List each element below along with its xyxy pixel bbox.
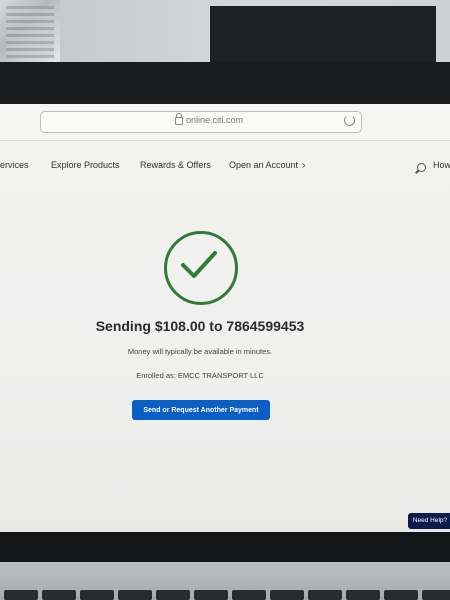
search-icon[interactable] bbox=[417, 163, 426, 172]
send-request-another-payment-button[interactable]: Send or Request Another Payment bbox=[132, 400, 270, 420]
keyboard-key bbox=[270, 590, 304, 600]
keyboard-key bbox=[194, 590, 228, 600]
keyboard-key bbox=[422, 590, 450, 600]
url-text: online.citi.com bbox=[186, 115, 244, 125]
browser-screen: online.citi.com Services Explore Product… bbox=[0, 104, 450, 532]
main-nav: Services Explore Products Rewards & Offe… bbox=[0, 160, 450, 180]
keyboard-key bbox=[118, 590, 152, 600]
need-help-button[interactable]: Need Help? bbox=[408, 513, 450, 529]
reload-icon[interactable] bbox=[344, 115, 355, 126]
enrolled-as-text: Enrolled as: EMCC TRANSPORT LLC bbox=[136, 371, 264, 380]
success-check-circle bbox=[164, 231, 238, 305]
keyboard-key bbox=[80, 590, 114, 600]
browser-toolbar: online.citi.com bbox=[0, 104, 450, 141]
nav-item-open-account-label: Open an Account bbox=[229, 160, 299, 170]
keyboard-key bbox=[346, 590, 380, 600]
laptop-bezel-bottom bbox=[0, 532, 450, 562]
background-window bbox=[0, 0, 60, 62]
keyboard-key bbox=[384, 590, 418, 600]
background-monitor bbox=[210, 6, 436, 68]
nav-item-explore-products[interactable]: Explore Products bbox=[51, 160, 120, 170]
keyboard-key bbox=[4, 590, 38, 600]
checkmark-icon bbox=[181, 251, 217, 278]
lock-icon bbox=[175, 113, 183, 125]
keyboard-key bbox=[232, 590, 266, 600]
laptop-keyboard bbox=[0, 562, 450, 600]
keyboard-key bbox=[42, 590, 76, 600]
payment-confirmation-title: Sending $108.00 to 7864599453 bbox=[95, 318, 305, 334]
availability-note: Money will typically be available in min… bbox=[127, 347, 273, 356]
keyboard-key bbox=[308, 590, 342, 600]
nav-item-services[interactable]: Services bbox=[0, 160, 29, 170]
nav-item-open-account[interactable]: Open an Account › bbox=[229, 160, 305, 171]
search-label[interactable]: How bbox=[433, 160, 450, 170]
keyboard-key bbox=[156, 590, 190, 600]
laptop-bezel-top bbox=[0, 62, 450, 106]
chevron-right-icon: › bbox=[302, 160, 306, 171]
address-bar[interactable]: online.citi.com bbox=[40, 111, 362, 133]
nav-item-rewards-offers[interactable]: Rewards & Offers bbox=[140, 160, 211, 170]
